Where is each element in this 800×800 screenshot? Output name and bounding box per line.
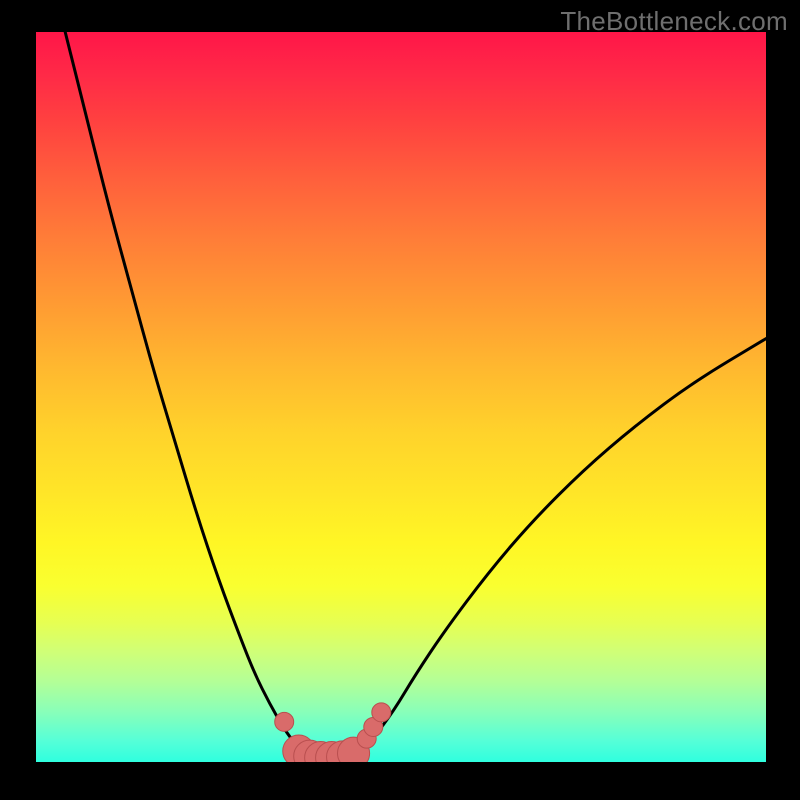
curve-left-curve: [65, 32, 306, 755]
curve-right-curve: [357, 339, 766, 755]
marker-point: [372, 703, 391, 722]
chart-frame: TheBottleneck.com: [0, 0, 800, 800]
plot-area: [36, 32, 766, 762]
curve-lines: [65, 32, 766, 755]
watermark-text: TheBottleneck.com: [560, 6, 788, 37]
chart-svg: [36, 32, 766, 762]
marker-point: [275, 712, 294, 731]
data-markers: [275, 703, 391, 762]
